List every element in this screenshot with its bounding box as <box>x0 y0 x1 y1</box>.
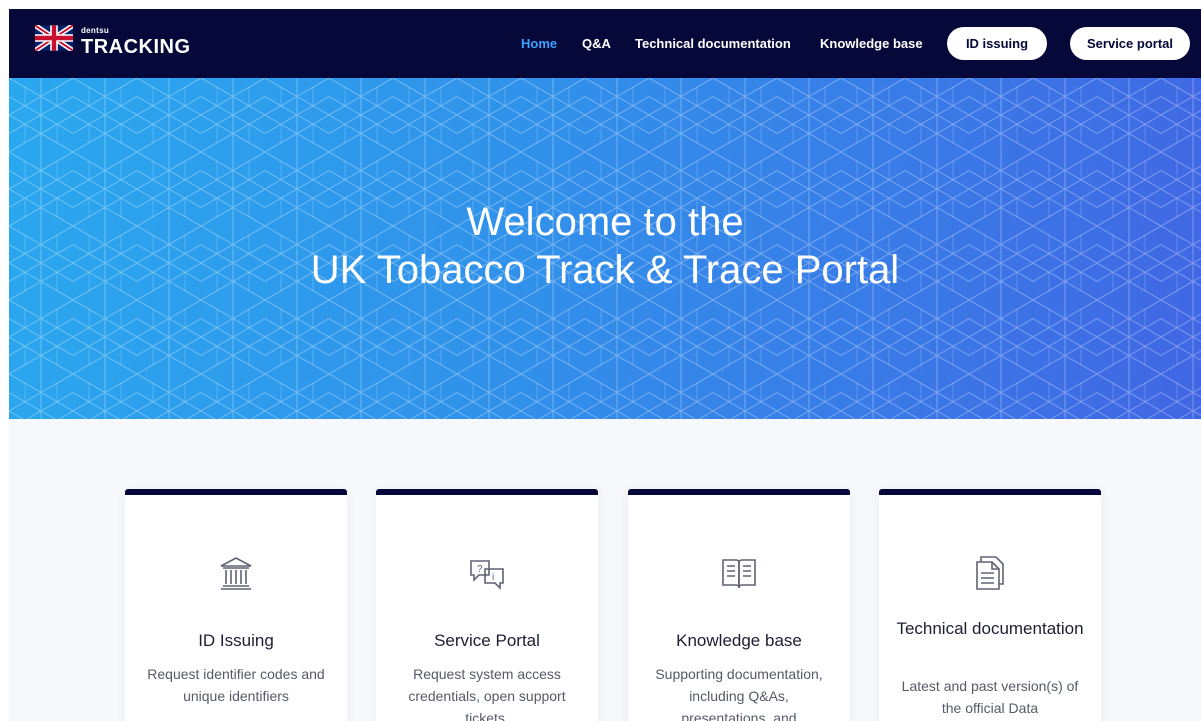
card-title: Service Portal <box>434 631 540 650</box>
nav-technical-documentation[interactable]: Technical documentation <box>635 36 791 51</box>
brand-logo[interactable]: dentsu TRACKING <box>35 25 190 58</box>
card-description: Request identifier codes and unique iden… <box>147 666 325 704</box>
brand-small-text: dentsu <box>81 26 110 35</box>
hero-banner: Welcome to the UK Tobacco Track & Trace … <box>9 78 1201 419</box>
id-issuing-button[interactable]: ID issuing <box>947 27 1047 60</box>
uk-flag-icon <box>35 25 73 51</box>
top-navbar: dentsu TRACKING Home Q&A Technical docum… <box>9 9 1201 78</box>
svg-text:i: i <box>492 572 494 583</box>
card-description: Latest and past version(s) of the offici… <box>901 678 1079 716</box>
hero-title: Welcome to the UK Tobacco Track & Trace … <box>9 198 1201 294</box>
card-title: Knowledge base <box>676 631 802 650</box>
card-id-issuing[interactable]: ID Issuing Request identifier codes and … <box>125 489 347 721</box>
service-portal-button[interactable]: Service portal <box>1070 27 1190 60</box>
nav-qa[interactable]: Q&A <box>582 36 611 51</box>
hero-title-line1: Welcome to the <box>466 200 744 244</box>
card-description: Request system access credentials, open … <box>408 666 566 721</box>
hero-title-line2: UK Tobacco Track & Trace Portal <box>310 248 900 292</box>
page-frame: dentsu TRACKING Home Q&A Technical docum… <box>9 9 1201 721</box>
chat-help-icon: ? i <box>470 560 504 590</box>
card-technical-documentation[interactable]: Technical documentation Latest and past … <box>879 489 1101 721</box>
svg-text:?: ? <box>477 564 483 575</box>
card-title: ID Issuing <box>198 631 274 650</box>
nav-knowledge-base[interactable]: Knowledge base <box>820 36 923 51</box>
document-icon <box>976 556 1004 590</box>
card-service-portal[interactable]: ? i Service Portal Request system access… <box>376 489 598 721</box>
brand-name: TRACKING <box>81 36 191 58</box>
nav-home[interactable]: Home <box>521 36 557 51</box>
card-description: Supporting documentation, including Q&As… <box>655 666 823 721</box>
card-knowledge-base[interactable]: Knowledge base Supporting documentation,… <box>628 489 850 721</box>
bank-icon <box>220 557 252 590</box>
book-icon <box>722 559 756 589</box>
card-title: Technical documentation <box>896 619 1084 638</box>
